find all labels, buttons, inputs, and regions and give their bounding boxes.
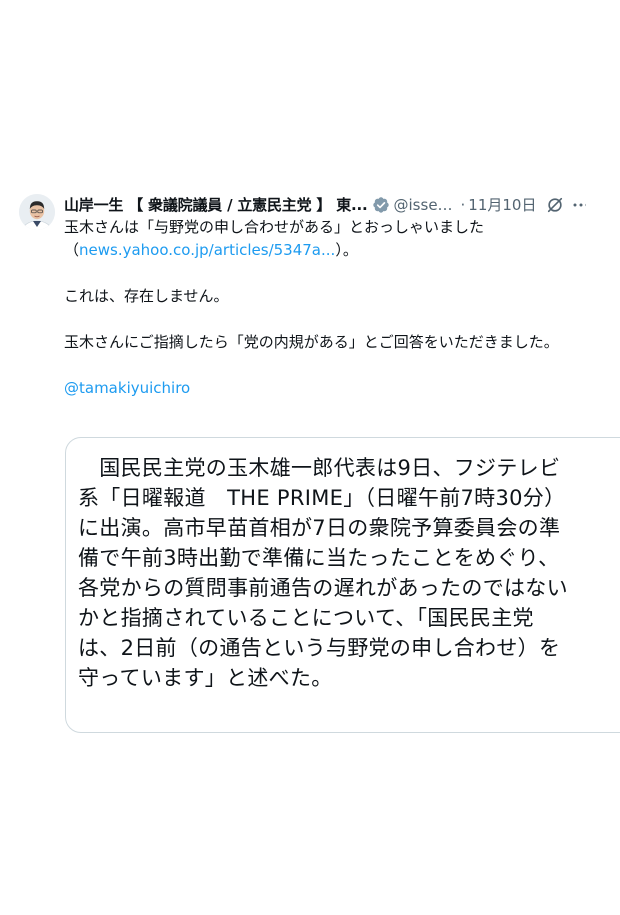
- quote-line: は、2日前（の通告という与野党の申し合わせ）を: [78, 636, 561, 660]
- header-separator: ·: [460, 196, 466, 214]
- quote-line: かと指摘されていることについて、「国民民主党: [78, 606, 534, 630]
- mention-link[interactable]: @tamakiyuichiro: [64, 377, 614, 400]
- tweet-text: 玉木さんは「与野党の申し合わせがある」とおっしゃいました （news.yahoo…: [64, 216, 614, 400]
- tweet-header: 山岸一生 【 衆議院議員 / 立憲民主党 】 東... @issei... · …: [64, 193, 620, 217]
- tweet-line: これは、存在しません。: [64, 287, 229, 305]
- author-display-name[interactable]: 山岸一生 【 衆議院議員 / 立憲民主党 】 東...: [64, 193, 368, 217]
- quote-line: に出演。高市早苗首相が7日の衆院予算委員会の準: [78, 516, 561, 540]
- quote-line: 備で午前3時出勤で準備に当たったことをめぐり、: [78, 546, 560, 570]
- quote-line: 守っています」と述べた。: [78, 666, 333, 690]
- tweet-timestamp[interactable]: 11月10日: [468, 193, 536, 217]
- quoted-article-card[interactable]: 国民民主党の玉木雄一郎代表は9日、フジテレビ 系「日曜報道 THE PRIME」…: [65, 437, 620, 733]
- tweet-line: （news.yahoo.co.jp/articles/5347a...）。: [64, 239, 614, 262]
- tweet-line: 玉木さんにご指摘したら「党の内規がある」とご回答をいただきました。: [64, 333, 559, 351]
- tweet-line: 玉木さんは「与野党の申し合わせがある」とおっしゃいました: [64, 218, 485, 236]
- quote-line: 系「日曜報道 THE PRIME」（日曜午前7時30分）: [78, 486, 566, 510]
- paren-open: （: [64, 241, 80, 259]
- author-handle[interactable]: @issei...: [394, 193, 456, 217]
- verified-badge-icon[interactable]: [372, 196, 390, 214]
- quote-line: 国民民主党の玉木雄一郎代表は9日、フジテレビ: [78, 456, 561, 480]
- more-options-icon[interactable]: [572, 196, 587, 214]
- grok-icon[interactable]: [546, 196, 564, 214]
- quote-line: 各党からの質問事前通告の遅れがあったのではない: [78, 576, 568, 600]
- author-avatar[interactable]: [19, 194, 55, 230]
- article-link[interactable]: news.yahoo.co.jp/articles/5347a...: [79, 241, 335, 259]
- quoted-article-text: 国民民主党の玉木雄一郎代表は9日、フジテレビ 系「日曜報道 THE PRIME」…: [78, 453, 620, 693]
- paren-close: ）。: [335, 241, 358, 259]
- person-avatar-icon: [19, 194, 55, 230]
